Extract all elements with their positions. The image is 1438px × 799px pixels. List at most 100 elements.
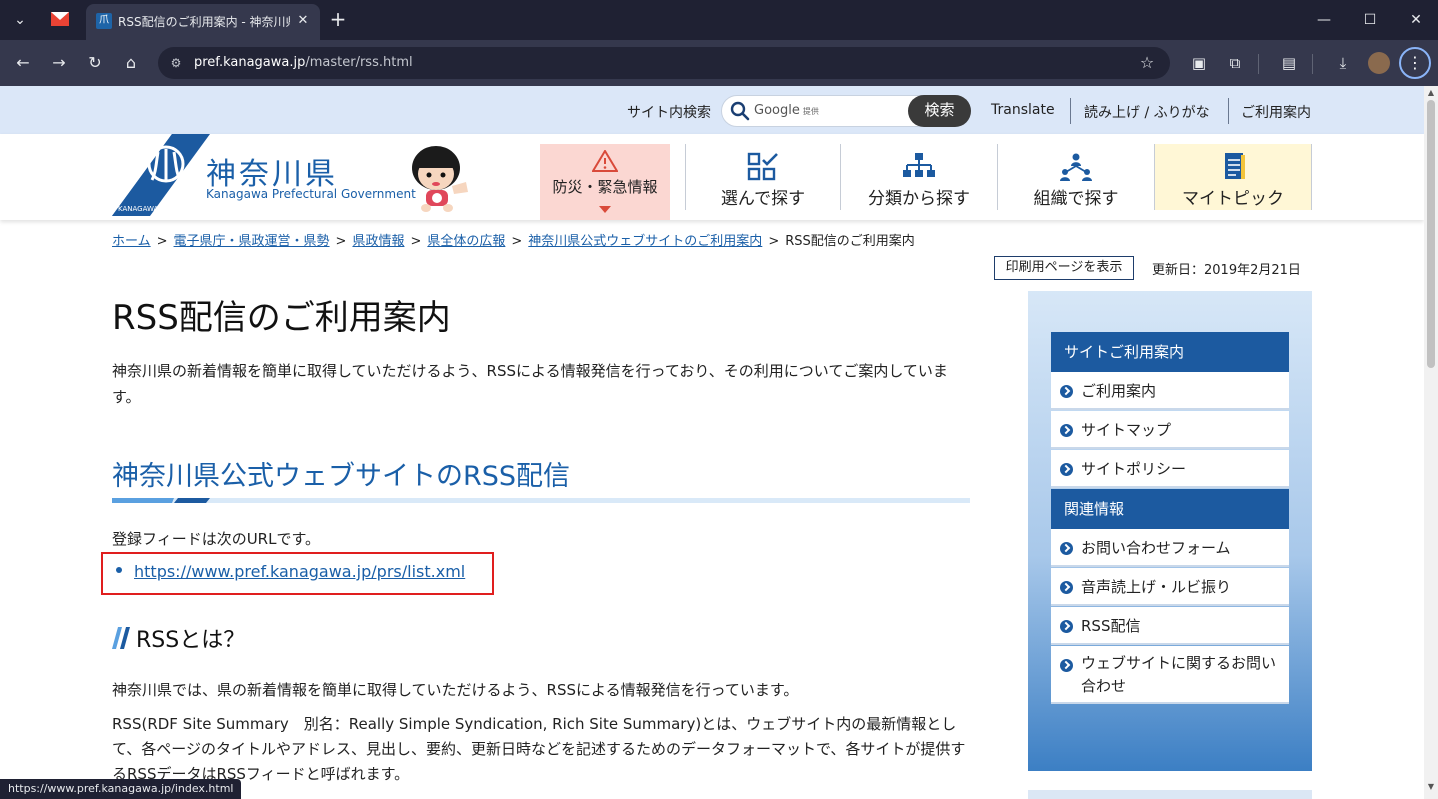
util-separator	[1070, 98, 1071, 124]
tab-search-chevron-icon[interactable]: ⌄	[8, 8, 32, 32]
feed-url-link[interactable]: https://www.pref.kanagawa.jp/prs/list.xm…	[134, 562, 465, 581]
kanagawa-favicon-icon: 爪	[96, 13, 112, 29]
site-info-icon[interactable]: ⚙	[166, 53, 186, 73]
forward-arrow-icon[interactable]: →	[46, 50, 72, 76]
reload-icon[interactable]: ↻	[82, 50, 108, 76]
search-icon	[730, 101, 750, 121]
scroll-thumb[interactable]	[1427, 100, 1435, 368]
updated-date: 更新日：2019年2月21日	[1152, 263, 1301, 278]
breadcrumb-kensei[interactable]: 県政情報	[352, 234, 404, 249]
active-tab[interactable]: 爪 RSS配信のご利用案内 - 神奈川県 ✕	[86, 4, 320, 40]
nav-choose-label: 選んで探す	[720, 189, 806, 209]
breadcrumb-home[interactable]: ホーム	[112, 234, 151, 249]
nav-org-label: 組織で探す	[1033, 189, 1119, 209]
tab-title: RSS配信のご利用案内 - 神奈川県	[118, 15, 290, 29]
page-scrollbar[interactable]: ▲ ▼	[1424, 86, 1438, 799]
logo-title-en[interactable]: Kanagawa Prefectural Government	[206, 187, 416, 201]
breadcrumb: ホーム > 電子県庁・県政運営・県勢 > 県政情報 > 県全体の広報 > 神奈川県公式ウェブサイ…	[112, 234, 915, 249]
checklist-icon	[747, 152, 778, 181]
organization-icon	[1060, 153, 1092, 181]
section-title: 神奈川県公式ウェブサイトのRSS配信	[112, 461, 571, 492]
breadcrumb-current: RSS配信のご利用案内	[785, 234, 915, 249]
address-url[interactable]: pref.kanagawa.jp/master/rss.html	[194, 55, 413, 70]
link-status-url: https://www.pref.kanagawa.jp/index.html	[0, 779, 242, 799]
browser-tab-bar: ⌄ 爪 RSS配信のご利用案内 - 神奈川県 ✕ + — ☐ ✕	[0, 0, 1438, 40]
hierarchy-icon	[903, 153, 935, 177]
bookmark-star-icon[interactable]: ☆	[1136, 52, 1158, 74]
breadcrumb-pr[interactable]: 県全体の広報	[427, 234, 505, 249]
section-underline	[112, 498, 970, 503]
translate-link[interactable]: Translate	[991, 102, 1055, 118]
sidebar-item-policy[interactable]: サイトポリシー	[1051, 450, 1289, 488]
rss-paragraph-1: 神奈川県では、県の新着情報を簡単に取得していただけるよう、RSSによる情報発信を…	[112, 681, 799, 699]
toolbar-separator	[1258, 54, 1259, 74]
document-icon	[1225, 153, 1245, 179]
window-close-icon[interactable]: ✕	[1396, 6, 1436, 34]
address-bar[interactable]: ⚙ pref.kanagawa.jp/master/rss.html ☆	[158, 47, 1170, 79]
breadcrumb-site-guide[interactable]: 神奈川県公式ウェブサイトのご利用案内	[528, 234, 762, 249]
sidebar-item-voice-ruby[interactable]: 音声読上げ・ルビ振り	[1051, 568, 1289, 606]
site-search-label: サイト内検索	[627, 105, 711, 121]
chevron-right-icon	[1060, 424, 1073, 437]
kanagawa-logo-icon[interactable]: KANAGAWA	[112, 134, 210, 216]
chevron-right-icon	[1060, 659, 1073, 672]
chevron-right-icon	[1060, 463, 1073, 476]
chevron-right-icon	[1060, 542, 1073, 555]
sidebar-item-web-inquiry[interactable]: ウェブサイトに関するお問い合わせ	[1051, 646, 1289, 704]
minimize-icon[interactable]: —	[1304, 6, 1344, 34]
caret-down-icon	[599, 206, 611, 213]
subsection-title: RSSとは？	[136, 628, 246, 653]
search-button[interactable]: 検索	[908, 95, 971, 127]
web-page: サイト内検索 Google 提供 検索 Translate 読み上げ / ふりがな…	[0, 86, 1424, 799]
gmail-favicon-icon[interactable]	[50, 10, 70, 28]
sidebar-heading-related: 関連情報	[1051, 489, 1289, 529]
extensions-puzzle-icon[interactable]: ⧉	[1224, 52, 1246, 74]
nav-mytopic[interactable]: マイトピック	[1155, 144, 1312, 210]
nav-disaster-info[interactable]: 防災・緊急情報	[540, 144, 670, 220]
furigana-link[interactable]: 読み上げ / ふりがな	[1084, 102, 1210, 122]
sidebar-item-contact-form[interactable]: お問い合わせフォーム	[1051, 529, 1289, 567]
nav-category-label: 分類から探す	[868, 189, 970, 209]
nav-category[interactable]: 分類から探す	[841, 144, 998, 210]
chevron-right-icon	[1060, 581, 1073, 594]
download-icon[interactable]: ⤓	[1332, 52, 1354, 74]
reading-list-icon[interactable]: ▤	[1278, 52, 1300, 74]
back-arrow-icon[interactable]: ←	[10, 50, 36, 76]
site-header: KANAGAWA 神奈川県 Kanagawa Prefectural Gover…	[0, 134, 1424, 220]
list-bullet	[116, 567, 122, 573]
svg-text:KANAGAWA: KANAGAWA	[118, 205, 159, 213]
scroll-up-arrow-icon[interactable]: ▲	[1424, 88, 1438, 100]
sidebar-item-rss[interactable]: RSS配信	[1051, 607, 1289, 645]
guide-link[interactable]: ご利用案内	[1241, 102, 1311, 122]
double-slash-icon	[112, 627, 130, 649]
nav-org[interactable]: 組織で探す	[998, 144, 1155, 210]
breadcrumb-egov[interactable]: 電子県庁・県政運営・県勢	[174, 234, 330, 249]
sidebar-next-block	[1028, 790, 1312, 799]
google-brand: Google 提供	[754, 103, 819, 118]
rss-paragraph-2: RSS(RDF Site Summary 別名：Really Simple Sy…	[112, 715, 966, 783]
browser-toolbar: ← → ↻ ⌂ ⚙ pref.kanagawa.jp/master/rss.ht…	[0, 40, 1438, 86]
intro-text: 神奈川県の新着情報を簡単に取得していただけるよう、RSSによる情報発信を行ってお…	[112, 362, 948, 406]
sidebar-item-guide[interactable]: ご利用案内	[1051, 372, 1289, 410]
nav-disaster-label: 防災・緊急情報	[552, 178, 658, 196]
tab-close-icon[interactable]: ✕	[294, 12, 312, 30]
profile-avatar[interactable]	[1368, 52, 1390, 74]
feed-label: 登録フィードは次のURLです。	[112, 530, 320, 548]
util-separator	[1228, 98, 1229, 124]
warning-icon	[592, 150, 618, 172]
new-tab-plus-icon[interactable]: +	[326, 8, 350, 32]
sidebar-heading-site-guide: サイトご利用案内	[1051, 332, 1289, 372]
maximize-icon[interactable]: ☐	[1350, 6, 1390, 34]
nav-choose[interactable]: 選んで探す	[685, 144, 841, 210]
mascot-kanagawa-icon	[412, 146, 468, 212]
nav-mytopic-label: マイトピック	[1182, 189, 1284, 209]
browser-menu-icon[interactable]: ⋮	[1399, 47, 1431, 79]
home-icon[interactable]: ⌂	[118, 50, 144, 76]
cast-icon[interactable]: ▣	[1188, 52, 1210, 74]
page-title: RSS配信のご利用案内	[112, 298, 451, 338]
chevron-right-icon	[1060, 620, 1073, 633]
scroll-down-arrow-icon[interactable]: ▼	[1424, 782, 1438, 794]
sidebar-item-sitemap[interactable]: サイトマップ	[1051, 411, 1289, 449]
toolbar-separator	[1312, 54, 1313, 74]
print-page-button[interactable]: 印刷用ページを表示	[994, 256, 1134, 280]
